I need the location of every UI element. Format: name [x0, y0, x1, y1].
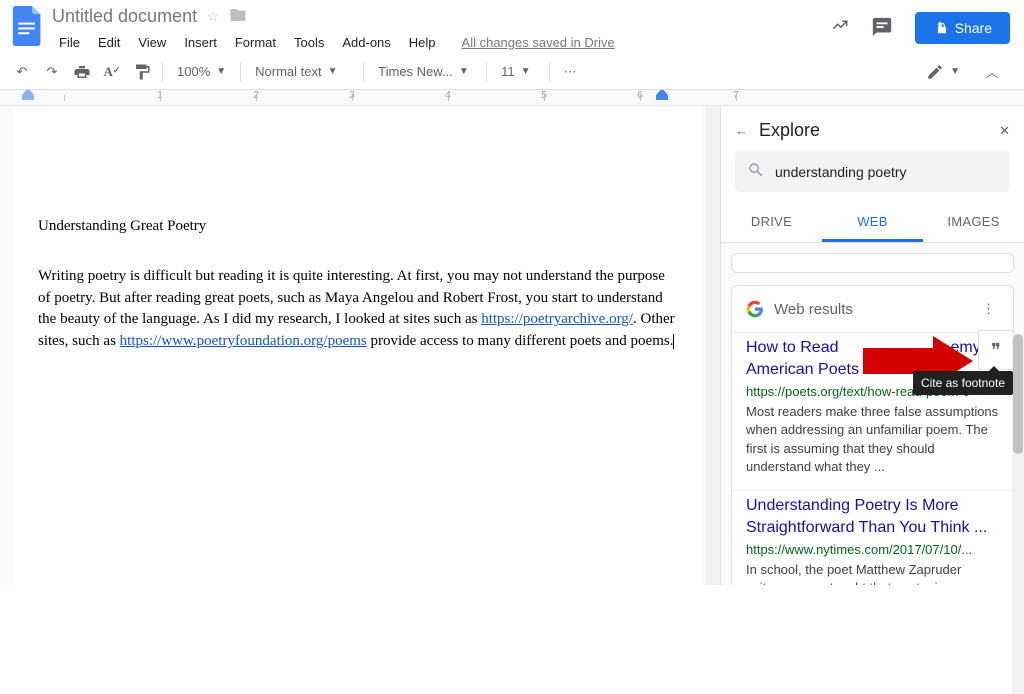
explore-results: Web results ⋮ ❞ Cite as footnote How to …	[721, 243, 1024, 585]
activity-icon[interactable]	[831, 16, 849, 40]
menu-addons[interactable]: Add-ons	[335, 31, 397, 54]
web-result: Understanding Poetry Is More Straightfor…	[732, 490, 1013, 585]
style-select[interactable]: Normal text▼	[247, 64, 357, 79]
menu-help[interactable]: Help	[402, 31, 443, 54]
menu-format[interactable]: Format	[228, 31, 283, 54]
close-icon[interactable]: ✕	[986, 123, 1010, 139]
prev-card-peek	[731, 253, 1014, 273]
toolbar: ↶ ↷ A✓ 100%▼ Normal text▼ Times New...▼ …	[0, 54, 1024, 90]
paint-format-button[interactable]	[128, 58, 156, 86]
doc-paragraph[interactable]: Writing poetry is difficult but reading …	[38, 266, 678, 353]
document-area[interactable]: Understanding Great Poetry Writing poetr…	[0, 106, 720, 585]
doc-link-2[interactable]: https://www.poetryfoundation.org/poems	[120, 333, 367, 349]
menu-edit[interactable]: Edit	[91, 31, 127, 54]
card-menu-icon[interactable]: ⋮	[978, 301, 999, 317]
explore-title: Explore	[759, 120, 986, 141]
scrollbar-thumb[interactable]	[1013, 334, 1023, 454]
explore-search-input[interactable]	[775, 164, 998, 180]
web-results-card: Web results ⋮ ❞ Cite as footnote How to …	[731, 285, 1014, 585]
share-button[interactable]: Share	[915, 12, 1010, 44]
share-label: Share	[955, 20, 992, 36]
menu-tools[interactable]: Tools	[287, 31, 331, 54]
explore-panel: ← Explore ✕ DRIVE WEB IMAGES Web results…	[720, 106, 1024, 585]
result-snippet: Most readers make three false assumption…	[746, 403, 999, 476]
editing-mode[interactable]: ▼	[918, 63, 968, 81]
back-icon[interactable]: ←	[735, 123, 759, 138]
print-button[interactable]	[68, 58, 96, 86]
search-icon	[747, 161, 765, 182]
collapse-toolbar-icon[interactable]: ︿	[978, 58, 1006, 86]
google-icon	[746, 300, 764, 318]
cite-footnote-button[interactable]: ❞	[978, 330, 1014, 370]
explore-search	[735, 151, 1010, 192]
explore-tabs: DRIVE WEB IMAGES	[721, 202, 1024, 243]
doc-title[interactable]: Untitled document	[52, 6, 197, 27]
web-results-label: Web results	[774, 301, 968, 318]
star-icon[interactable]: ☆	[207, 9, 219, 25]
docs-logo[interactable]	[8, 6, 48, 46]
ruler[interactable]: 1 2 3 4 5 6 7	[0, 90, 1024, 106]
redo-button[interactable]: ↷	[38, 58, 66, 86]
menu-file[interactable]: File	[52, 31, 87, 54]
font-select[interactable]: Times New...▼	[370, 64, 480, 79]
comments-icon[interactable]	[871, 16, 893, 41]
page: Understanding Great Poetry Writing poetr…	[14, 106, 702, 585]
doc-link-1[interactable]: https://poetryarchive.org/	[481, 311, 633, 327]
folder-icon[interactable]	[229, 6, 247, 27]
result-title[interactable]: Understanding Poetry Is More Straightfor…	[746, 495, 999, 538]
doc-heading[interactable]: Understanding Great Poetry	[38, 216, 678, 238]
undo-button[interactable]: ↶	[8, 58, 36, 86]
menu-view[interactable]: View	[131, 31, 173, 54]
result-url: https://www.nytimes.com/2017/07/10/...	[746, 542, 999, 557]
tab-images[interactable]: IMAGES	[923, 202, 1024, 242]
tab-drive[interactable]: DRIVE	[721, 202, 822, 242]
zoom-select[interactable]: 100%▼	[169, 64, 234, 79]
font-size-select[interactable]: 11▼	[493, 64, 543, 79]
save-status[interactable]: All changes saved in Drive	[455, 31, 622, 54]
tab-web[interactable]: WEB	[822, 202, 923, 242]
doc-scrollbar[interactable]	[706, 106, 720, 585]
right-indent-marker[interactable]	[656, 90, 668, 102]
menu-insert[interactable]: Insert	[177, 31, 224, 54]
explore-scrollbar[interactable]	[1012, 334, 1024, 694]
spellcheck-button[interactable]: A✓	[98, 58, 126, 86]
result-snippet: In school, the poet Matthew Zapruder wri…	[746, 561, 999, 585]
text-cursor	[673, 334, 674, 349]
more-button[interactable]: ⋯	[556, 58, 584, 86]
cite-tooltip: Cite as footnote	[913, 371, 1013, 395]
menu-bar: File Edit View Insert Format Tools Add-o…	[52, 27, 831, 54]
